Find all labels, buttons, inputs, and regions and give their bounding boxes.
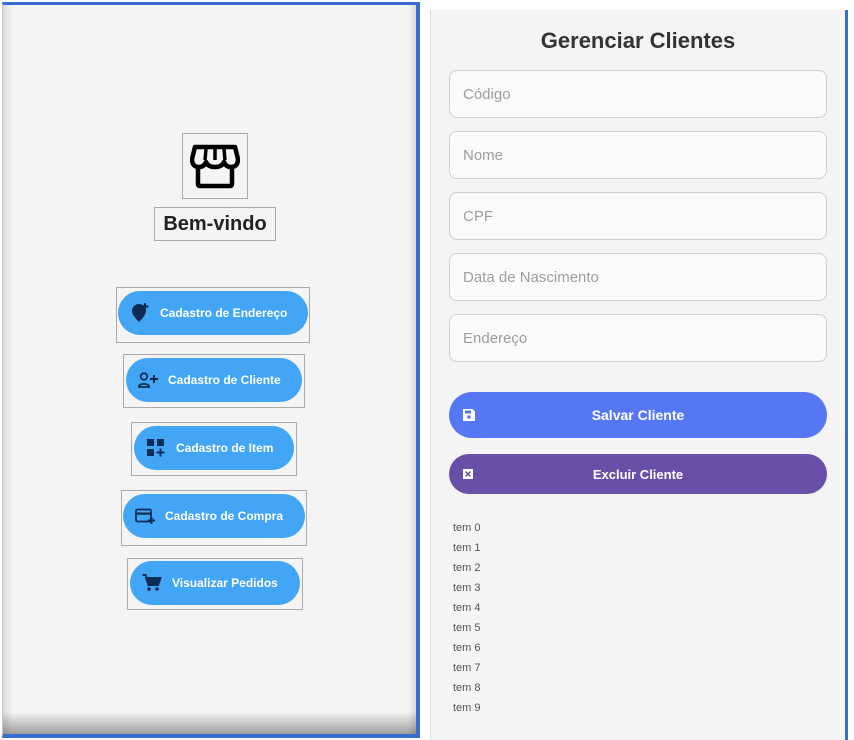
manage-clients-screen: Gerenciar Clientes Salvar Cliente Exclui… <box>430 10 848 740</box>
add-grid-icon <box>146 438 166 458</box>
list-item: tem 9 <box>453 702 481 714</box>
address-register-button[interactable]: Cadastro de Endereço <box>118 291 308 335</box>
person-add-icon <box>138 370 158 390</box>
storefront-icon <box>182 133 248 199</box>
panel-shadow-right <box>408 5 416 734</box>
list-item: tem 7 <box>453 662 481 674</box>
item-register-button[interactable]: Cadastro de Item <box>134 426 294 470</box>
view-orders-button[interactable]: Visualizar Pedidos <box>130 561 300 605</box>
page-title: Gerenciar Clientes <box>540 28 736 53</box>
menu-label: Cadastro de Compra <box>165 509 284 523</box>
address-field[interactable] <box>449 314 827 362</box>
panel-bottom-shadow <box>3 712 416 734</box>
list-item: tem 0 <box>453 522 481 534</box>
client-list: tem 0 tem 1 tem 2 tem 3 tem 4 tem 5 tem … <box>453 518 481 718</box>
list-item: tem 6 <box>453 642 481 654</box>
birthdate-field[interactable] <box>449 253 827 301</box>
cpf-field[interactable] <box>449 192 827 240</box>
menu-label: Cadastro de Cliente <box>168 373 281 387</box>
list-item: tem 2 <box>453 562 481 574</box>
list-item: tem 8 <box>453 682 481 694</box>
home-screen: Bem-vindo Cadastro de Endereço Cadastro … <box>2 2 420 738</box>
name-field[interactable] <box>449 131 827 179</box>
cart-icon <box>142 573 162 593</box>
add-card-icon <box>135 506 155 526</box>
delete-client-label: Excluir Cliente <box>592 466 684 482</box>
menu-label: Cadastro de Item <box>176 441 274 455</box>
menu-label: Visualizar Pedidos <box>172 576 278 590</box>
list-item: tem 1 <box>453 542 481 554</box>
list-item: tem 5 <box>453 622 481 634</box>
menu-label: Cadastro de Endereço <box>160 306 288 320</box>
panel-shadow-left <box>3 5 13 734</box>
list-item: tem 3 <box>453 582 481 594</box>
save-client-label: Salvar Cliente <box>591 407 685 423</box>
code-field[interactable] <box>449 70 827 118</box>
delete-icon <box>462 468 474 480</box>
delete-client-button[interactable]: Excluir Cliente <box>449 454 827 494</box>
list-item: tem 4 <box>453 602 481 614</box>
client-register-button[interactable]: Cadastro de Cliente <box>126 358 302 402</box>
save-icon <box>462 408 476 422</box>
welcome-title: Bem-vindo <box>154 207 276 241</box>
add-location-icon <box>130 303 150 323</box>
save-client-button[interactable]: Salvar Cliente <box>449 392 827 438</box>
purchase-register-button[interactable]: Cadastro de Compra <box>123 494 305 538</box>
